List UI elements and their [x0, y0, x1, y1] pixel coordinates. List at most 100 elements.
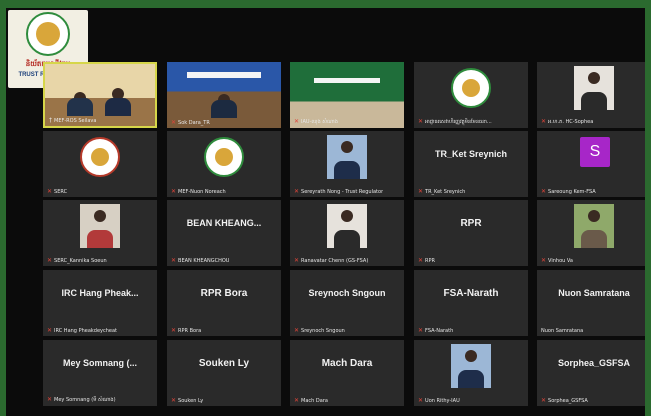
participant-name-text: SERC — [54, 189, 68, 195]
pin-icon: † — [49, 117, 52, 124]
participant-display-name: Souken Ly — [198, 358, 250, 369]
participant-tile[interactable]: Nuon Samratana Nuon Samratana — [537, 270, 645, 336]
mic-muted-icon: ✕ — [171, 397, 177, 404]
participant-photo — [574, 204, 614, 248]
participant-tile[interactable]: ✕ Sereyrath Nong - Trust Regulator — [290, 131, 404, 197]
seal-logo-icon — [451, 68, 491, 108]
participant-tile[interactable]: RPR Bora ✕ RPR Bora — [167, 270, 281, 336]
participant-name-text: Mey Somnang (មី សំណាង) — [54, 397, 116, 403]
participant-name-label: ✕ Vinhou Va — [541, 257, 573, 264]
participant-name-text: Sereyrath Nong - Trust Regulator — [301, 189, 384, 195]
mic-muted-icon: ✕ — [294, 257, 300, 264]
mic-muted-icon: ✕ — [294, 118, 300, 125]
participant-display-name: Sorphea_GSFSA — [557, 358, 631, 368]
participant-name-label: Nuon Samratana — [541, 328, 583, 334]
participant-name-label: ✕ Uon Rithy-IAU — [418, 397, 460, 404]
participant-tile[interactable]: ✕ Sok Dara_TR — [167, 62, 281, 128]
participant-tile[interactable]: Souken Ly ✕ Souken Ly — [167, 340, 281, 406]
banner — [314, 78, 380, 83]
participant-tile[interactable]: ✕ SERC_Kannika Soeun — [43, 200, 157, 266]
participant-name-text: TR_Ket Sreynich — [425, 189, 466, 195]
participant-name-label: ✕ IRC Hang Pheakdeycheat — [47, 327, 117, 334]
participant-name-text: Souken Ly — [178, 398, 204, 404]
participant-photo — [327, 204, 367, 248]
participant-tile[interactable]: ✕ MEF-Nuon Noreach — [167, 131, 281, 197]
participant-name-text: MEF-ROS Seilava — [54, 118, 97, 124]
participant-name-text: MEF-Nuon Noreach — [178, 189, 226, 195]
mic-muted-icon: ✕ — [171, 257, 177, 264]
participant-name-text: IAU-ឈុង សំណាង — [301, 119, 338, 125]
seal-icon — [26, 12, 70, 56]
participant-video-person — [63, 86, 97, 116]
participant-name-label: ✕ Mey Somnang (មី សំណាង) — [47, 396, 116, 404]
participant-tile[interactable]: ✕ Uon Rithy-IAU — [414, 340, 528, 406]
participant-name-label: ✕ TR_Ket Sreynich — [418, 188, 465, 195]
participant-tile[interactable]: ✕ Ranavatar Chenn (GS-FSA) — [290, 200, 404, 266]
mic-muted-icon: ✕ — [171, 188, 177, 195]
mic-muted-icon: ✕ — [171, 119, 177, 126]
participant-tile[interactable]: ✕ អាជ្ញាធរសេវាហិរញ្ញវត្ថុមិនមែនធនា... — [414, 62, 528, 128]
mic-muted-icon: ✕ — [541, 397, 547, 404]
participant-name-label: ✕ អាជ្ញាធរសេវាហិរញ្ញវត្ថុមិនមែនធនា... — [418, 118, 492, 126]
participant-name-label: ✕ SERC — [47, 188, 67, 195]
participant-name-text: Nuon Samratana — [541, 328, 584, 334]
participant-name-text: RPR Bora — [178, 328, 202, 334]
mic-muted-icon: ✕ — [294, 397, 300, 404]
participant-tile[interactable]: † MEF-ROS Seilava — [43, 62, 157, 128]
participant-name-label: † MEF-ROS Seilava — [49, 117, 96, 124]
participant-tile[interactable]: TR_Ket Sreynich ✕ TR_Ket Sreynich — [414, 131, 528, 197]
participant-name-text: BEAN KHEANGCHOU — [178, 258, 230, 264]
participant-name-text: Sorphea_GSFSA — [548, 398, 588, 404]
mic-muted-icon: ✕ — [541, 188, 547, 195]
participant-video-person — [101, 82, 135, 116]
participant-name-label: ✕ RPR — [418, 257, 435, 264]
participant-name-label: ✕ Sreynoch Sngoun — [294, 327, 345, 334]
participant-name-text: Uon Rithy-IAU — [425, 398, 460, 404]
participant-name-label: ✕ SERC_Kannika Soeun — [47, 257, 107, 264]
participant-video-person — [207, 88, 241, 118]
participant-tile[interactable]: Mach Dara ✕ Mach Dara — [290, 340, 404, 406]
participant-name-text: SERC_Kannika Soeun — [54, 258, 107, 264]
participant-tile[interactable]: S ✕ Sareoung Kem-FSA — [537, 131, 645, 197]
participant-display-name: FSA-Narath — [443, 288, 499, 299]
initial-avatar: S — [580, 137, 610, 167]
serc-logo-icon — [80, 137, 120, 177]
participant-name-text: IRC Hang Pheakdeycheat — [54, 328, 118, 334]
participant-tile[interactable]: Mey Somnang (... ✕ Mey Somnang (មី សំណាង) — [43, 340, 157, 406]
participant-tile[interactable]: FSA-Narath ✕ FSA-Narath — [414, 270, 528, 336]
seal-logo-icon — [204, 137, 244, 177]
participant-tile[interactable]: ✕ SERC — [43, 131, 157, 197]
participant-tile[interactable]: Sorphea_GSFSA ✕ Sorphea_GSFSA — [537, 340, 645, 406]
participant-name-label: ✕ Sareoung Kem-FSA — [541, 188, 596, 195]
mic-muted-icon: ✕ — [418, 188, 424, 195]
participant-name-label: ✕ Sok Dara_TR — [171, 119, 210, 126]
mic-muted-icon: ✕ — [418, 327, 424, 334]
participant-name-text: Sreynoch Sngoun — [301, 328, 345, 334]
mic-muted-icon: ✕ — [418, 397, 424, 404]
mic-muted-icon: ✕ — [47, 327, 53, 334]
participant-display-name: Nuon Samratana — [558, 288, 630, 298]
mic-muted-icon: ✕ — [47, 188, 53, 195]
participant-tile[interactable]: Sreynoch Sngoun ✕ Sreynoch Sngoun — [290, 270, 404, 336]
mic-muted-icon: ✕ — [47, 396, 53, 403]
participant-tile[interactable]: ✕ IAU-ឈុង សំណាង — [290, 62, 404, 128]
participant-name-text: FSA-Narath — [425, 328, 454, 334]
participant-name-text: Vinhou Va — [548, 258, 573, 264]
participant-photo — [80, 204, 120, 248]
participant-name-text: អាជ្ញាធរសេវាហិរញ្ញវត្ថុមិនមែនធនា... — [425, 119, 492, 125]
participant-display-name: Sreynoch Sngoun — [308, 288, 386, 298]
participant-tile[interactable]: IRC Hang Pheak... ✕ IRC Hang Pheakdeycheat — [43, 270, 157, 336]
participant-name-text: Mach Dara — [301, 398, 328, 404]
participant-name-label: ✕ Sereyrath Nong - Trust Regulator — [294, 188, 383, 195]
participant-tile[interactable]: ✕ អ.ហ.ភ. HC-Sophea — [537, 62, 645, 128]
participant-tile[interactable]: BEAN KHEANG... ✕ BEAN KHEANGCHOU — [167, 200, 281, 266]
participant-name-label: ✕ MEF-Nuon Noreach — [171, 188, 226, 195]
mic-muted-icon: ✕ — [418, 118, 424, 125]
participant-display-name: RPR — [460, 218, 482, 229]
participant-display-name: Mey Somnang (... — [62, 358, 137, 368]
participant-name-label: ✕ BEAN KHEANGCHOU — [171, 257, 229, 264]
participant-tile[interactable]: RPR ✕ RPR — [414, 200, 528, 266]
participant-tile[interactable]: ✕ Vinhou Va — [537, 200, 645, 266]
participant-display-name: Mach Dara — [321, 358, 373, 369]
participant-name-label: ✕ FSA-Narath — [418, 327, 453, 334]
